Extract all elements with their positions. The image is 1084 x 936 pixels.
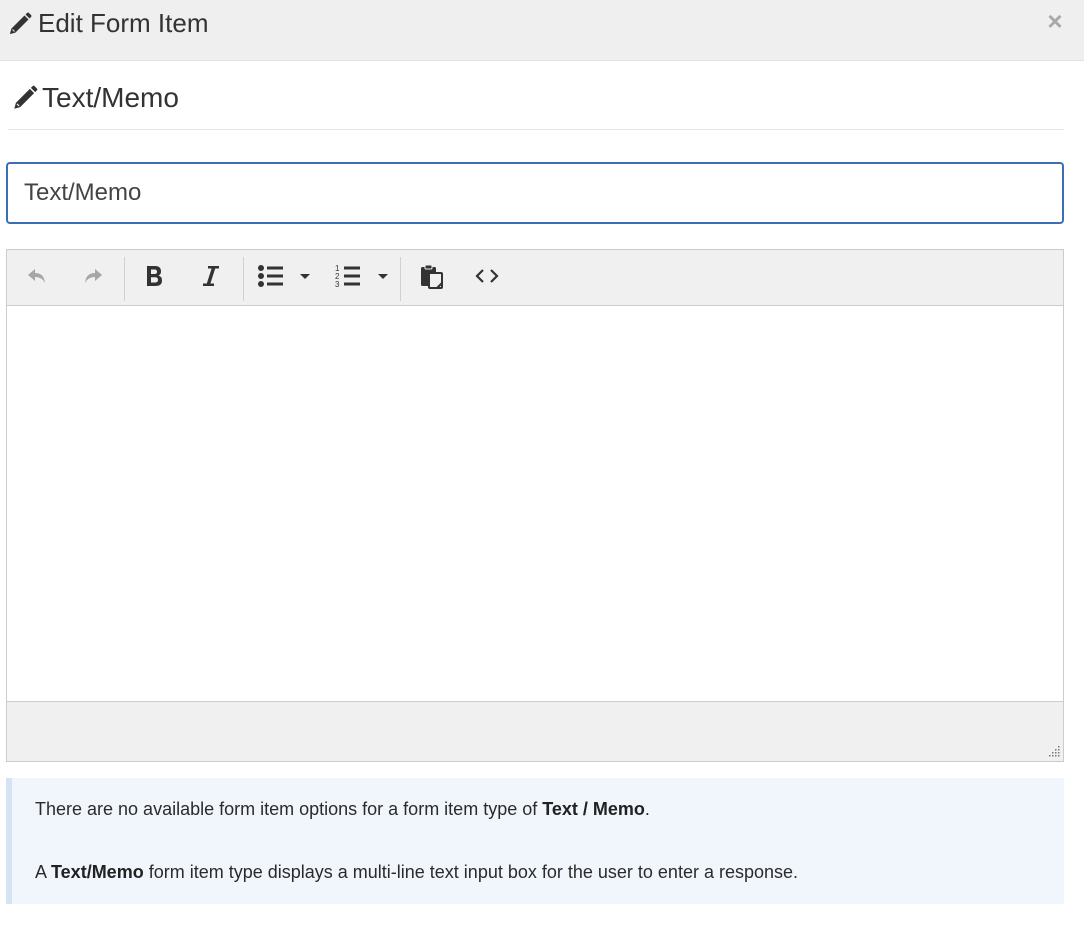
svg-text:3: 3	[335, 280, 340, 289]
toolbar-separator	[400, 257, 401, 301]
bullet-list-button[interactable]	[255, 258, 317, 298]
rich-text-editor: 1 2 3	[6, 249, 1064, 762]
modal-title: Edit Form Item	[38, 8, 209, 38]
close-icon[interactable]: ×	[1047, 6, 1062, 36]
info-callout: There are no available form item options…	[6, 778, 1064, 904]
editor-content-area[interactable]	[7, 306, 1063, 701]
bullet-list-icon	[256, 263, 316, 294]
pencil-icon	[6, 10, 34, 38]
info-type-name: Text / Memo	[542, 799, 645, 819]
section-heading: Text/Memo	[8, 80, 1064, 130]
paste-button[interactable]	[415, 258, 447, 298]
redo-icon	[81, 264, 105, 293]
modal-header: Edit Form Item ×	[0, 0, 1084, 61]
undo-icon	[25, 264, 49, 293]
pencil-icon	[10, 83, 40, 113]
numbered-list-button[interactable]: 1 2 3	[333, 258, 395, 298]
redo-button[interactable]	[77, 258, 109, 298]
section-title: Text/Memo	[42, 82, 179, 113]
bold-button[interactable]	[138, 258, 170, 298]
italic-button[interactable]	[195, 258, 227, 298]
info-line-description: A Text/Memo form item type displays a mu…	[35, 861, 798, 883]
close-button[interactable]: ×	[1040, 6, 1070, 36]
toolbar-separator	[243, 257, 244, 301]
resize-handle-icon[interactable]	[1046, 744, 1060, 758]
info-text: A	[35, 862, 52, 882]
info-type-name: Text/Memo	[51, 862, 144, 882]
numbered-list-icon: 1 2 3	[334, 263, 394, 294]
info-text: There are no available form item options…	[35, 799, 543, 819]
source-code-icon	[474, 266, 500, 291]
info-text: form item type displays a multi-line tex…	[143, 862, 799, 882]
item-name-input[interactable]	[6, 162, 1064, 224]
source-code-button[interactable]	[471, 258, 503, 298]
toolbar-separator	[124, 257, 125, 301]
paste-icon	[417, 262, 445, 295]
info-line-options: There are no available form item options…	[35, 798, 650, 820]
italic-icon	[199, 263, 223, 294]
info-text: .	[644, 799, 650, 819]
editor-statusbar	[7, 701, 1063, 761]
undo-button[interactable]	[21, 258, 53, 298]
editor-toolbar: 1 2 3	[7, 250, 1063, 306]
bold-icon	[142, 263, 166, 294]
